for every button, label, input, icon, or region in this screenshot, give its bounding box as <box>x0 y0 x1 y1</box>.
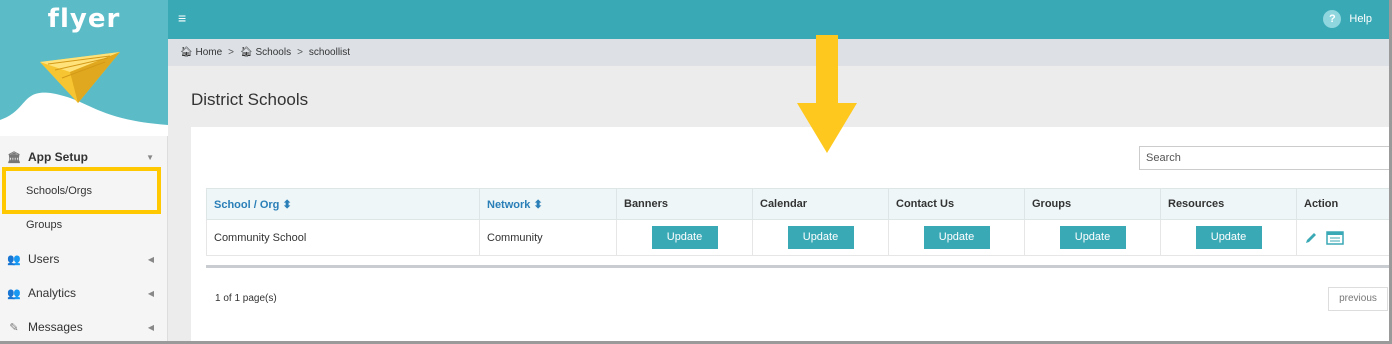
column-header-network[interactable]: Network ⬍ <box>479 188 617 220</box>
edit-pencil-icon[interactable] <box>1304 231 1318 245</box>
resources-cell: Update <box>1160 219 1297 256</box>
table-row: Community School Community Update Update… <box>206 219 1392 256</box>
previous-page-button[interactable]: previous <box>1328 287 1388 311</box>
sort-icon: ⬍ <box>282 198 292 211</box>
pencil-icon: ✎ <box>9 321 19 334</box>
column-header-action: Action <box>1296 188 1392 220</box>
groups-cell: Update <box>1024 219 1161 256</box>
topbar: ≡ ? Help <box>168 0 1392 39</box>
column-header-banners: Banners <box>616 188 753 220</box>
update-calendar-button[interactable]: Update <box>787 226 854 249</box>
sidebar-item-app-setup[interactable]: 🏛 App Setup ▼ <box>0 140 168 174</box>
column-header-label: School / Org <box>214 198 280 211</box>
banners-cell: Update <box>616 219 753 256</box>
hamburger-icon[interactable]: ≡ <box>178 10 186 26</box>
sidebar-item-users[interactable]: 👥 Users ◀ <box>0 242 168 276</box>
column-header-resources: Resources <box>1160 188 1297 220</box>
contact-us-cell: Update <box>888 219 1025 256</box>
sidebar-item-label: App Setup <box>28 150 88 164</box>
chevron-left-icon: ◀ <box>147 254 154 264</box>
column-header-calendar: Calendar <box>752 188 889 220</box>
breadcrumb-separator: > <box>297 47 303 58</box>
column-header-label: Network <box>487 198 531 211</box>
update-resources-button[interactable]: Update <box>1195 226 1262 249</box>
update-contact-us-button[interactable]: Update <box>923 226 990 249</box>
network-cell: Community <box>479 219 617 256</box>
bank-icon: 🏛 <box>7 151 21 164</box>
users-icon: 👥 <box>7 253 21 266</box>
question-circle-icon: ? <box>1323 10 1342 28</box>
breadcrumb-current: schoollist <box>308 47 351 58</box>
table-header-row: School / Org ⬍ Network ⬍ Banners Calenda… <box>206 188 1392 220</box>
breadcrumb-schools[interactable]: Schools <box>256 47 292 58</box>
schools-panel: School / Org ⬍ Network ⬍ Banners Calenda… <box>191 127 1392 344</box>
breadcrumb-home[interactable]: Home <box>195 47 222 58</box>
sidebar-item-label: Schools/Orgs <box>26 185 93 197</box>
sidebar-nav: 🏛 App Setup ▼ Schools/Orgs Groups 👥 User… <box>0 140 168 344</box>
sidebar-item-analytics[interactable]: 👥 Analytics ◀ <box>0 276 168 310</box>
column-header-school[interactable]: School / Org ⬍ <box>206 188 480 220</box>
brand-header: flyer <box>0 0 168 136</box>
help-button[interactable]: ? Help <box>1323 10 1372 28</box>
sidebar-item-schools-orgs[interactable]: Schools/Orgs <box>0 174 168 208</box>
list-view-icon[interactable] <box>1326 230 1344 245</box>
sidebar-item-label: Messages <box>28 320 83 334</box>
update-banners-button[interactable]: Update <box>651 226 718 249</box>
sidebar-item-groups[interactable]: Groups <box>0 208 168 242</box>
column-header-groups: Groups <box>1024 188 1161 220</box>
breadcrumb: 🏠︎ Home > 🏠︎ Schools > schoollist <box>168 39 1392 66</box>
home-icon: 🏠︎ <box>180 47 193 58</box>
page-title: District Schools <box>191 90 309 109</box>
home-icon: 🏠︎ <box>240 47 253 58</box>
update-groups-button[interactable]: Update <box>1059 226 1126 249</box>
sidebar: flyer 🏛 App Setup ▼ Schools/Orgs Groups … <box>0 0 168 344</box>
breadcrumb-separator: > <box>228 47 235 58</box>
calendar-cell: Update <box>752 219 889 256</box>
schools-table: School / Org ⬍ Network ⬍ Banners Calenda… <box>206 188 1392 256</box>
horizontal-scrollbar[interactable] <box>206 260 1392 268</box>
sidebar-item-label: Groups <box>26 219 63 231</box>
users-icon: 👥 <box>7 287 21 300</box>
brand-logo[interactable]: flyer <box>0 4 168 34</box>
sidebar-item-label: Analytics <box>28 286 77 300</box>
chevron-left-icon: ◀ <box>147 322 154 332</box>
school-cell: Community School <box>206 219 480 256</box>
sidebar-item-messages[interactable]: ✎ Messages ◀ <box>0 310 168 344</box>
sidebar-item-label: Users <box>28 252 60 266</box>
action-cell <box>1296 219 1392 256</box>
chevron-down-icon: ▼ <box>146 152 154 162</box>
column-header-contact-us: Contact Us <box>888 188 1025 220</box>
pager-status: 1 of 1 page(s) <box>215 293 277 304</box>
help-label: Help <box>1349 13 1372 25</box>
search-input[interactable] <box>1139 146 1392 170</box>
chevron-left-icon: ◀ <box>147 288 154 298</box>
sort-icon: ⬍ <box>533 198 543 211</box>
